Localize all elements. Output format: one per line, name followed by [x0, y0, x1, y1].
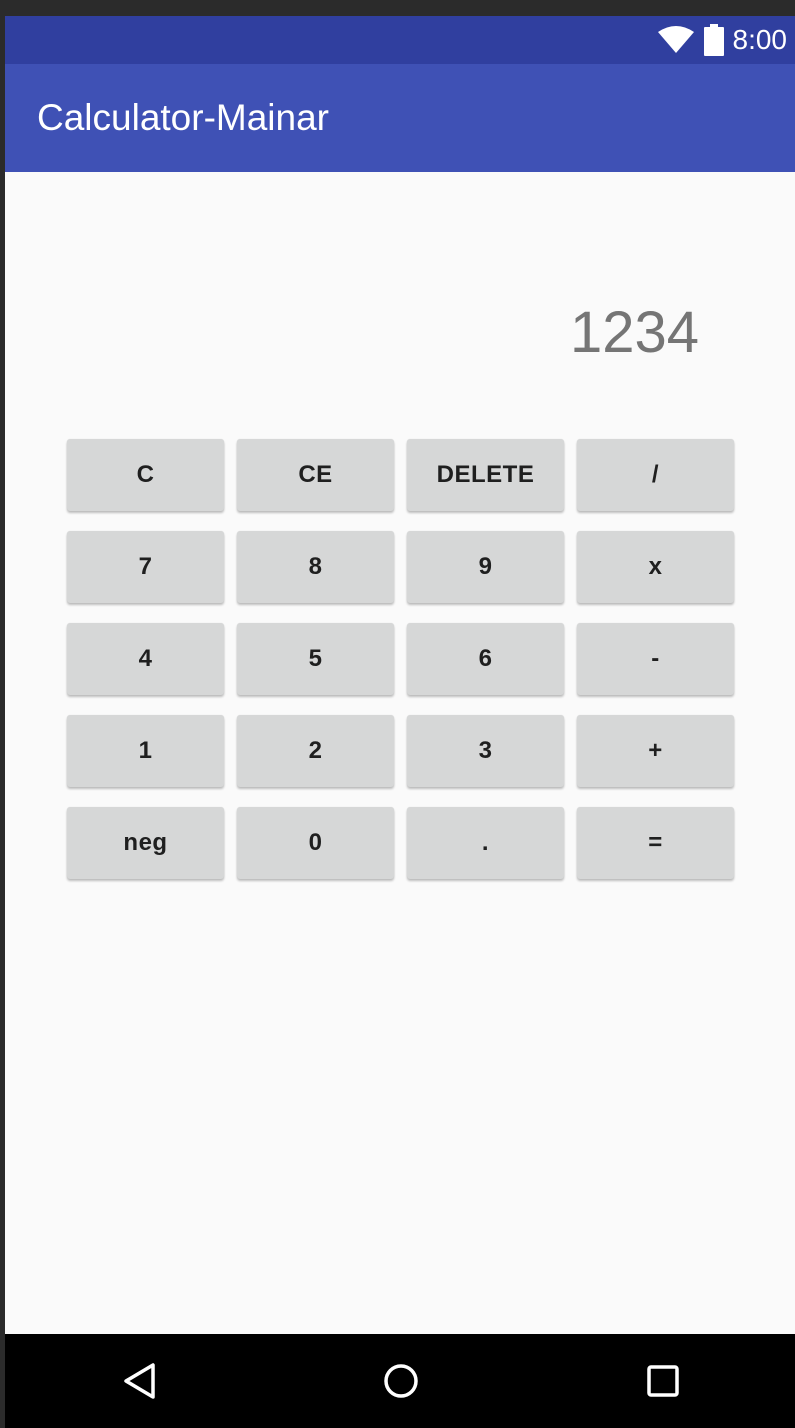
digit-8-button[interactable]: 8: [237, 531, 394, 603]
keypad: C CE DELETE/ 7 8 9 x 4 5 6- 1 2 3 + neg 0. =: [67, 439, 734, 879]
digit-2-button[interactable]: 2: [237, 715, 394, 787]
digit-6-button[interactable]: 6: [407, 623, 564, 695]
subtract-button[interactable]: -: [577, 623, 734, 695]
digit-9-button[interactable]: 9: [407, 531, 564, 603]
status-bar: 8:00: [5, 16, 795, 64]
delete-button[interactable]: DELETE: [407, 439, 564, 511]
digit-7-button[interactable]: 7: [67, 531, 224, 603]
decimal-point-button[interactable]: .: [407, 807, 564, 879]
status-icons: 8:00: [657, 16, 788, 64]
recents-icon: [647, 1365, 679, 1397]
equals-button[interactable]: =: [577, 807, 734, 879]
app-bar: Calculator-Mainar: [5, 64, 795, 172]
digit-4-button[interactable]: 4: [67, 623, 224, 695]
home-button[interactable]: [351, 1334, 451, 1428]
back-icon: [124, 1363, 155, 1399]
battery-icon: [703, 24, 724, 56]
navigation-bar: [5, 1334, 795, 1428]
phone-screen: 8:00 Calculator-Mainar 1234 C CE DELETE/7 8…: [5, 16, 795, 1428]
home-icon: [384, 1364, 418, 1398]
digit-1-button[interactable]: 1: [67, 715, 224, 787]
display-value: 1234: [569, 300, 699, 365]
digit-5-button[interactable]: 5: [237, 623, 394, 695]
wifi-icon: [657, 26, 694, 53]
recents-button[interactable]: [613, 1334, 713, 1428]
divide-button[interactable]: /: [577, 439, 734, 511]
clear-entry-button[interactable]: CE: [237, 439, 394, 511]
back-button[interactable]: [90, 1334, 190, 1428]
app-title: Calculator-Mainar: [37, 97, 329, 138]
multiply-button[interactable]: x: [577, 531, 734, 603]
clear-button[interactable]: C: [67, 439, 224, 511]
status-time: 8:00: [732, 24, 788, 55]
calculator-display: 1234: [5, 172, 795, 432]
negate-button[interactable]: neg: [67, 807, 224, 879]
digit-3-button[interactable]: 3: [407, 715, 564, 787]
digit-0-button[interactable]: 0: [237, 807, 394, 879]
add-button[interactable]: +: [577, 715, 734, 787]
